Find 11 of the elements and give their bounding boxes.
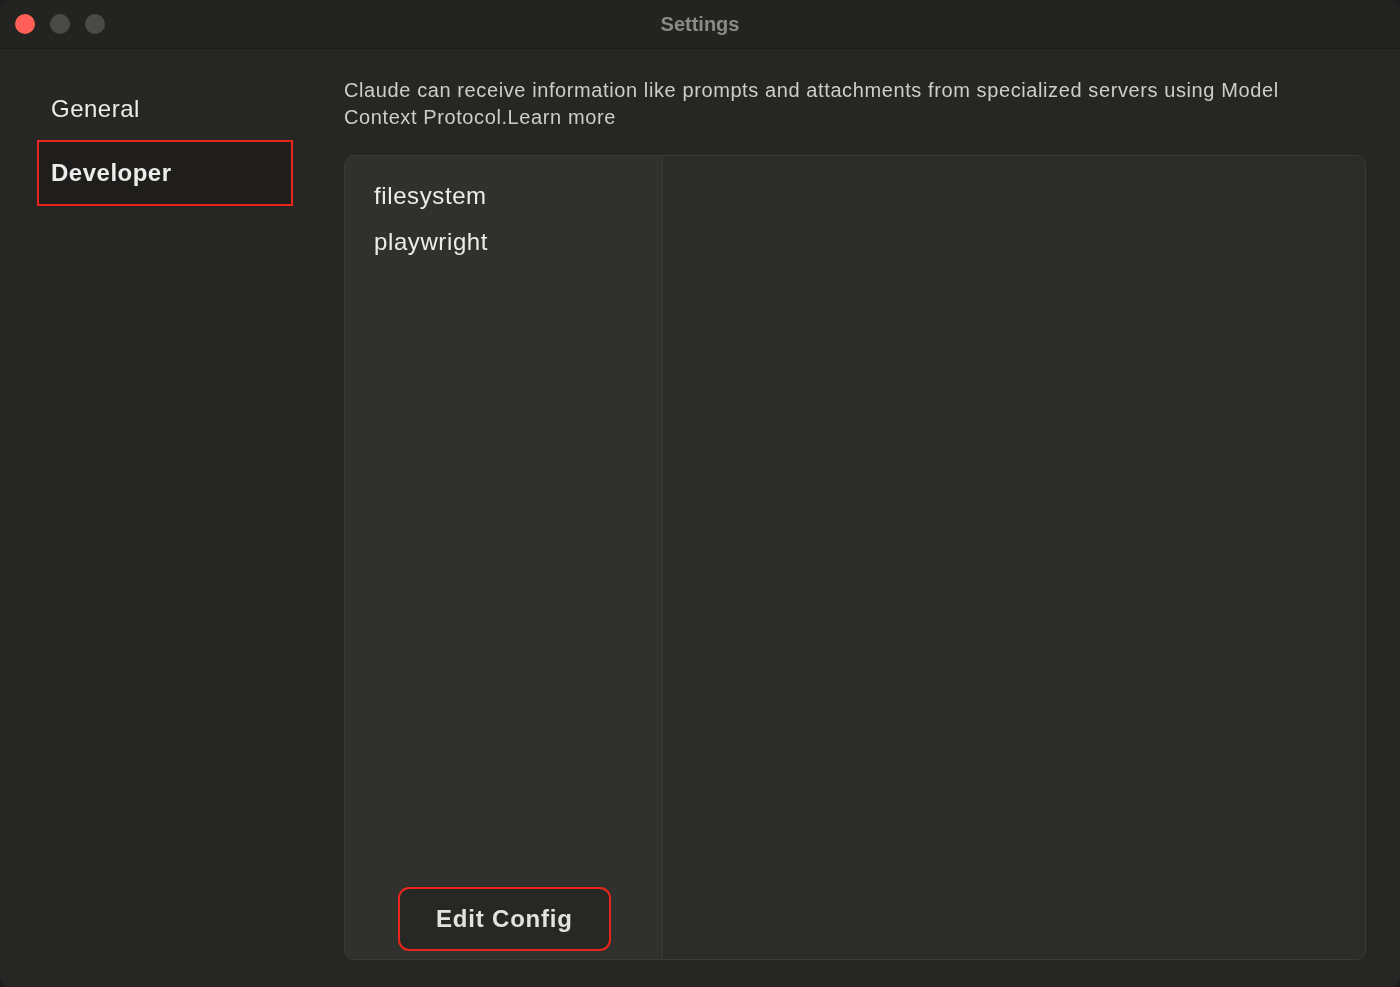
description-text: Claude can receive information like prompts and attachments from specialized servers using Model Context Protocol.Learn more bbox=[344, 78, 1280, 130]
learn-more-link[interactable]: Learn more bbox=[507, 106, 616, 128]
edit-config-button[interactable]: Edit Config bbox=[399, 888, 610, 950]
close-button[interactable] bbox=[15, 14, 35, 34]
server-item[interactable]: playwright bbox=[374, 224, 662, 270]
sidebar-item[interactable]: Developer bbox=[38, 141, 292, 205]
server-item[interactable]: filesystem bbox=[374, 178, 662, 224]
minimize-button[interactable] bbox=[50, 14, 70, 34]
sidebar-item[interactable]: General bbox=[38, 77, 292, 141]
window-title: Settings bbox=[660, 12, 740, 35]
zoom-button[interactable] bbox=[85, 14, 105, 34]
